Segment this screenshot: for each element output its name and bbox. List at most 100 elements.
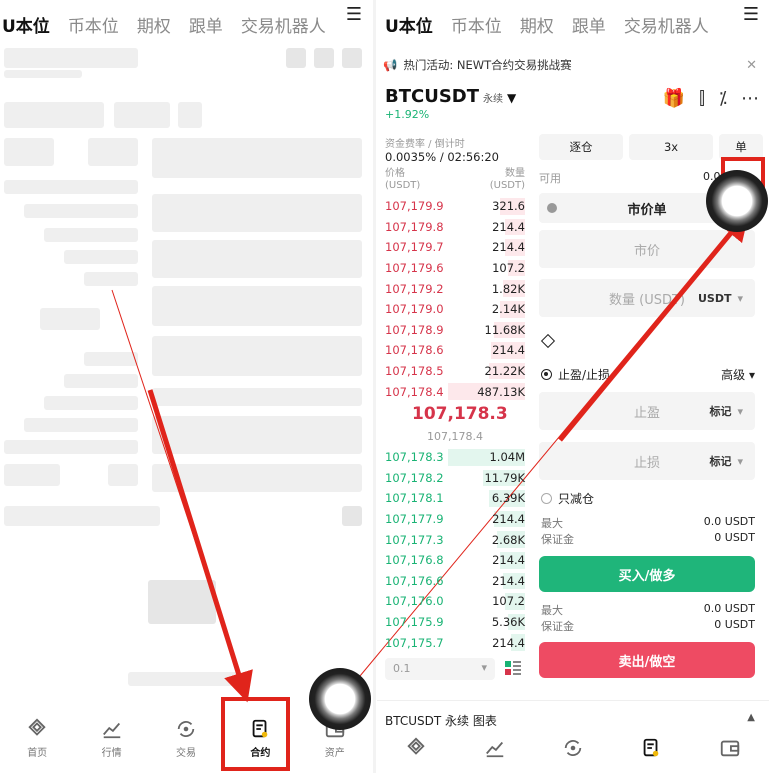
futures-contract-icon bbox=[644, 738, 659, 757]
ask-quantity: 21.22K bbox=[484, 364, 525, 379]
ask-row[interactable]: 107,179.2 1.82K bbox=[385, 278, 525, 299]
ask-row[interactable]: 107,179.9 321.6 bbox=[385, 196, 525, 217]
trade-exchange-icon bbox=[177, 720, 195, 737]
bid-row[interactable]: 107,176.8 214.4 bbox=[385, 550, 525, 571]
price-field[interactable]: 市价 bbox=[539, 230, 755, 268]
funding-value: 0.0035% / 02:56:20 bbox=[385, 150, 500, 164]
tp-trigger-select[interactable]: 标记 ▾ bbox=[709, 403, 743, 419]
nav-market[interactable] bbox=[465, 737, 525, 759]
bid-row[interactable]: 107,178.3 1.04M bbox=[385, 447, 525, 468]
tab-options[interactable]: 期权 bbox=[520, 12, 554, 37]
skeleton-block bbox=[314, 48, 334, 68]
skeleton-block bbox=[342, 48, 362, 68]
tab-u-margined[interactable]: U本位 bbox=[385, 12, 433, 37]
slider-thumb[interactable] bbox=[540, 333, 556, 349]
tab-coin-margined[interactable]: 币本位 bbox=[451, 12, 502, 37]
bid-row[interactable]: 107,176.6 214.4 bbox=[385, 571, 525, 592]
margin-label: 保证金 bbox=[541, 620, 574, 633]
quantity-slider[interactable] bbox=[540, 333, 753, 349]
quantity-input[interactable]: 数量 (USDT) USDT ▾ bbox=[539, 279, 755, 317]
hamburger-menu-icon[interactable]: ☰ bbox=[743, 4, 759, 25]
close-icon[interactable]: ✕ bbox=[746, 58, 757, 73]
orderbook-layout-icon[interactable] bbox=[505, 660, 521, 676]
reduce-only-label: 只减仓 bbox=[558, 492, 595, 506]
ask-row[interactable]: 107,178.9 11.68K bbox=[385, 320, 525, 341]
skeleton-block bbox=[178, 102, 202, 128]
qty-unit: USDT bbox=[697, 291, 732, 305]
ask-quantity: 214.4 bbox=[492, 343, 525, 358]
reduce-only-toggle[interactable]: 只减仓 bbox=[541, 490, 594, 507]
skeleton-block bbox=[342, 506, 362, 526]
nav-home[interactable]: 首页 bbox=[7, 718, 67, 759]
pair-selector[interactable]: BTCUSDT 永续 ▼ bbox=[385, 86, 516, 107]
bid-row[interactable]: 107,175.7 214.4 bbox=[385, 632, 525, 653]
nav-assets[interactable] bbox=[700, 737, 760, 759]
bid-price: 107,176.6 bbox=[385, 573, 444, 588]
qty-unit-select[interactable]: USDT ▾ bbox=[698, 292, 743, 305]
tab-trading-bot[interactable]: 交易机器人 bbox=[624, 12, 709, 37]
skeleton-block bbox=[152, 138, 362, 178]
bid-row[interactable]: 107,176.0 107.2 bbox=[385, 591, 525, 612]
tab-copy-trading[interactable]: 跟单 bbox=[189, 12, 223, 37]
ask-row[interactable]: 107,179.8 214.4 bbox=[385, 217, 525, 238]
ask-row[interactable]: 107,178.6 214.4 bbox=[385, 340, 525, 361]
ask-quantity: 487.13K bbox=[477, 384, 525, 399]
skeleton-block bbox=[4, 180, 138, 194]
tab-copy-trading[interactable]: 跟单 bbox=[572, 12, 606, 37]
ask-row[interactable]: 107,178.4 487.13K bbox=[385, 381, 525, 402]
funding-label: 资金费率 / 倒计时 bbox=[385, 139, 465, 150]
stop-loss-input[interactable]: 止损 标记 ▾ bbox=[539, 442, 755, 480]
ask-row[interactable]: 107,179.7 214.4 bbox=[385, 237, 525, 258]
tab-u-margined[interactable]: U本位 bbox=[2, 12, 50, 37]
tab-options[interactable]: 期权 bbox=[137, 12, 171, 37]
nav-trade[interactable] bbox=[543, 737, 603, 759]
skeleton-block bbox=[84, 352, 138, 366]
tpsl-row: 止盈/止损 高级 ▾ bbox=[541, 366, 755, 383]
skeleton-block bbox=[4, 464, 60, 486]
tp-placeholder: 止盈 bbox=[633, 405, 660, 421]
ask-row[interactable]: 107,179.6 107.2 bbox=[385, 258, 525, 279]
bid-price: 107,178.2 bbox=[385, 470, 444, 485]
bid-row[interactable]: 107,175.9 5.36K bbox=[385, 612, 525, 633]
trigger-label: 标记 bbox=[709, 405, 732, 418]
bid-quantity: 214.4 bbox=[492, 635, 525, 650]
margin-mode-button[interactable]: 逐仓 bbox=[539, 134, 623, 160]
advanced-select[interactable]: 高级 ▾ bbox=[721, 366, 755, 383]
megaphone-icon: 📢 bbox=[383, 58, 398, 72]
take-profit-input[interactable]: 止盈 标记 ▾ bbox=[539, 392, 755, 430]
candlestick-icon[interactable]: ⫿ bbox=[699, 88, 705, 109]
tab-coin-margined[interactable]: 币本位 bbox=[68, 12, 119, 37]
gift-icon[interactable]: 🎁 bbox=[663, 88, 685, 109]
market-chart-icon bbox=[485, 741, 503, 758]
bid-row[interactable]: 107,178.2 11.79K bbox=[385, 468, 525, 489]
calculator-icon[interactable]: ⁒ bbox=[719, 88, 727, 109]
sell-short-button[interactable]: 卖出/做空 bbox=[539, 642, 755, 678]
more-icon[interactable]: ⋯ bbox=[741, 88, 759, 109]
bid-row[interactable]: 107,178.1 6.39K bbox=[385, 488, 525, 509]
info-icon[interactable] bbox=[547, 203, 557, 213]
sl-trigger-select[interactable]: 标记 ▾ bbox=[709, 453, 743, 469]
depth-precision-select[interactable]: 0.1 ▾ bbox=[385, 658, 495, 680]
ask-row[interactable]: 107,178.5 21.22K bbox=[385, 361, 525, 382]
tab-trading-bot[interactable]: 交易机器人 bbox=[241, 12, 326, 37]
nav-home[interactable] bbox=[386, 737, 446, 759]
bid-row[interactable]: 107,177.9 214.4 bbox=[385, 509, 525, 530]
nav-futures[interactable] bbox=[621, 737, 681, 759]
nav-trade[interactable]: 交易 bbox=[156, 718, 216, 759]
caret-down-icon: ▼ bbox=[507, 91, 517, 105]
skeleton-block bbox=[40, 308, 100, 330]
nav-market[interactable]: 行情 bbox=[82, 718, 142, 759]
ask-row[interactable]: 107,179.0 2.14K bbox=[385, 299, 525, 320]
bid-row[interactable]: 107,177.3 2.68K bbox=[385, 529, 525, 550]
ask-price: 107,178.9 bbox=[385, 322, 444, 337]
promo-banner[interactable]: 📢 热门活动: NEWT合约交易挑战赛 ✕ bbox=[383, 54, 761, 76]
available-balance: 可用 0.00 U bbox=[539, 170, 739, 186]
ob-qty-unit: (USDT) bbox=[489, 180, 525, 191]
leverage-button[interactable]: 3x bbox=[629, 134, 713, 160]
buy-long-button[interactable]: 买入/做多 bbox=[539, 556, 755, 592]
caret-down-icon: ▾ bbox=[481, 661, 487, 674]
tpsl-toggle[interactable]: 止盈/止损 bbox=[541, 366, 610, 383]
bid-quantity: 214.4 bbox=[492, 573, 525, 588]
advanced-label: 高级 bbox=[721, 368, 746, 382]
hamburger-menu-icon[interactable]: ☰ bbox=[346, 4, 362, 25]
